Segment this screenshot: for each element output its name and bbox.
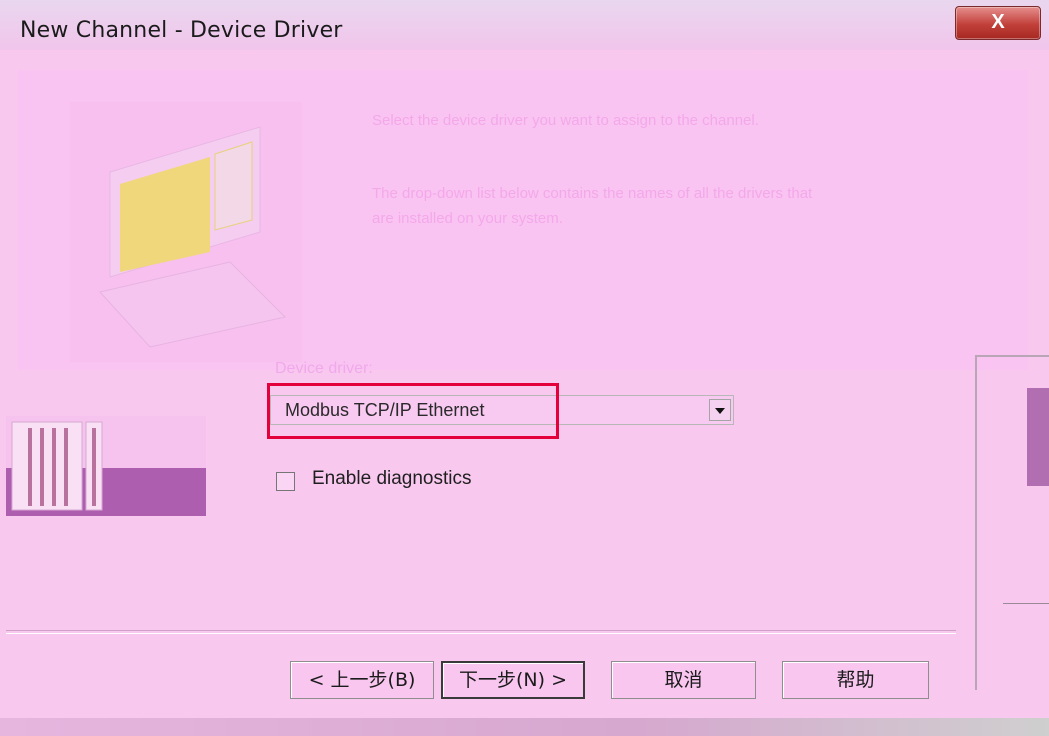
bottom-edge xyxy=(0,718,1049,736)
close-button[interactable]: X xyxy=(955,6,1041,40)
cancel-button[interactable]: 取消 xyxy=(611,661,756,699)
title-bar: New Channel - Device Driver X xyxy=(0,0,1049,50)
help-button[interactable]: 帮助 xyxy=(782,661,929,699)
device-driver-label: Device driver: xyxy=(275,360,373,377)
background-window-divider xyxy=(1003,603,1049,604)
description-1: Select the device driver you want to ass… xyxy=(372,112,759,129)
back-button[interactable]: < 上一步(B) xyxy=(290,661,434,699)
separator xyxy=(6,630,956,634)
description-2: The drop-down list below contains the na… xyxy=(372,185,813,227)
window-title: New Channel - Device Driver xyxy=(20,18,343,43)
highlight-annotation xyxy=(267,383,559,439)
chevron-down-icon[interactable] xyxy=(709,399,731,421)
background-window-panel xyxy=(1027,388,1049,486)
enable-diagnostics-checkbox[interactable] xyxy=(276,472,295,491)
enable-diagnostics-label[interactable]: Enable diagnostics xyxy=(312,468,472,490)
plc-device-icon xyxy=(6,416,206,516)
next-button[interactable]: 下一步(N) > xyxy=(441,661,585,699)
computer-illustration-icon xyxy=(70,102,302,362)
